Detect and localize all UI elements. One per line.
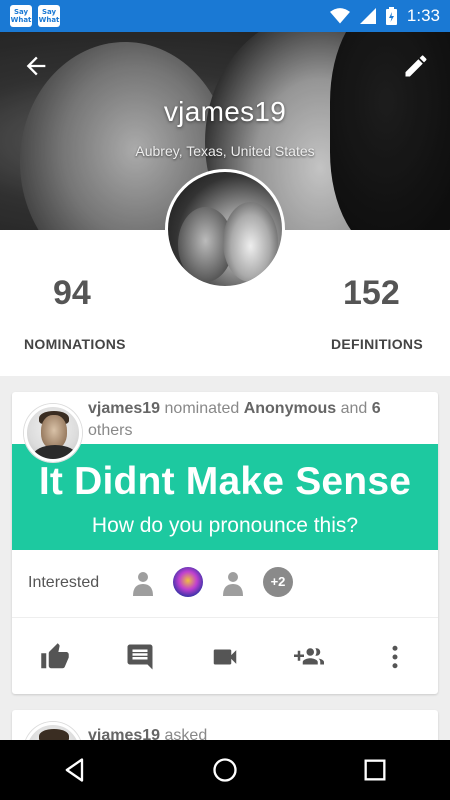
profile-location: Aubrey, Texas, United States — [135, 143, 315, 159]
video-icon[interactable] — [210, 642, 240, 672]
add-group-icon[interactable] — [294, 642, 324, 672]
edit-pencil-icon[interactable] — [402, 52, 430, 80]
card-others-count[interactable]: 6 — [372, 400, 381, 417]
recents-nav-icon[interactable] — [361, 756, 389, 784]
nominations-label[interactable]: NOMINATIONS — [24, 336, 126, 352]
card-verb: nominated — [164, 400, 240, 417]
profile-avatar[interactable] — [165, 169, 285, 289]
interested-user-avatar[interactable] — [173, 567, 203, 597]
person-icon[interactable] — [221, 570, 245, 596]
card-actor[interactable]: vjames19 — [88, 400, 160, 417]
thumb-up-icon[interactable] — [40, 642, 70, 672]
card-others-label[interactable]: others — [88, 422, 132, 439]
back-arrow-icon[interactable] — [22, 52, 50, 80]
card-connector: and — [340, 400, 368, 417]
card-title: It Didnt Make Sense — [38, 460, 412, 503]
system-navigation-bar — [0, 740, 450, 800]
person-icon[interactable] — [131, 570, 155, 596]
comment-icon[interactable] — [125, 642, 155, 672]
nominations-count[interactable]: 94 — [53, 274, 91, 313]
battery-icon — [385, 7, 397, 25]
card-subtitle: How do you pronounce this? — [91, 514, 359, 537]
card-user-avatar[interactable] — [24, 404, 82, 462]
card-target[interactable]: Anonymous — [244, 400, 336, 417]
profile-username: vjames19 — [163, 96, 287, 127]
status-bar: Say What Say What 1:33 — [0, 0, 450, 32]
more-interested-badge[interactable]: +2 — [263, 567, 293, 597]
interested-label: Interested — [28, 574, 100, 591]
card-header-text: vjames19 nominated Anonymous and 6 other… — [88, 398, 418, 442]
back-nav-icon[interactable] — [61, 756, 89, 784]
signal-icon — [359, 8, 376, 24]
definitions-count[interactable]: 152 — [343, 274, 400, 313]
home-nav-icon[interactable] — [211, 756, 239, 784]
wifi-icon — [329, 8, 350, 24]
say-what-app-icon: Say What — [38, 5, 60, 27]
interested-row: Interested +2 — [12, 550, 438, 618]
clock: 1:33 — [406, 6, 440, 25]
say-what-app-icon: Say What — [10, 5, 32, 27]
more-vert-icon[interactable] — [380, 642, 410, 672]
card-action-row — [12, 618, 438, 694]
definitions-label[interactable]: DEFINITIONS — [331, 336, 423, 352]
card-banner[interactable]: It Didnt Make Sense How do you pronounce… — [12, 444, 438, 550]
